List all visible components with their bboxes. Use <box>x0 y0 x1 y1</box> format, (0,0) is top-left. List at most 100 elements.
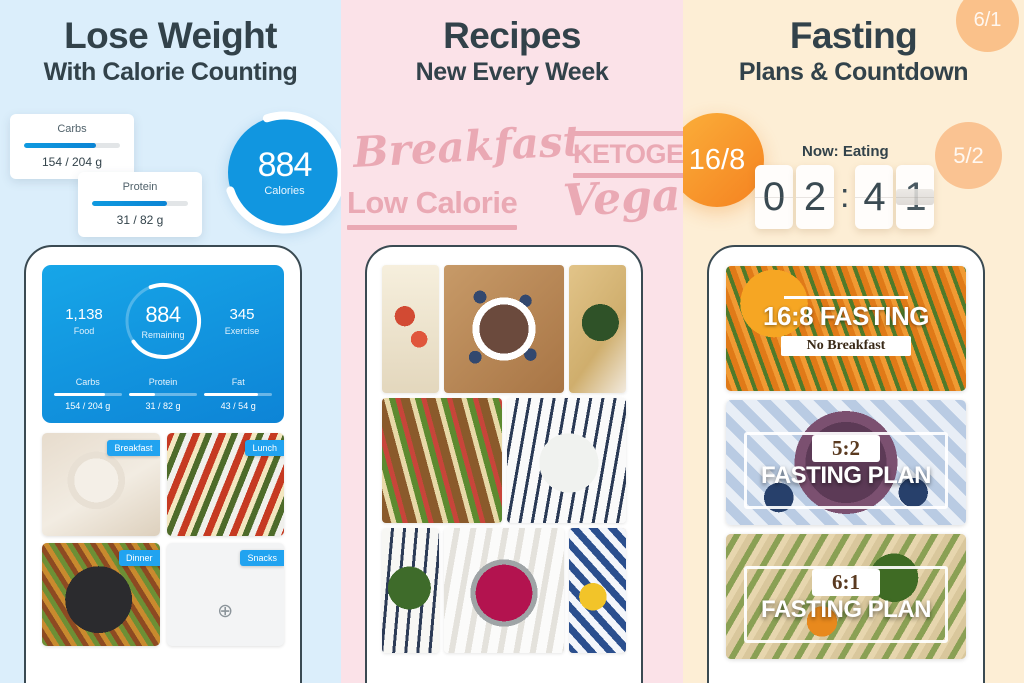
app-store-screenshot-set: Lose Weight With Calorie Counting Carbs … <box>0 0 1024 683</box>
recipes-subtitle: New Every Week <box>415 57 609 86</box>
page-subtitle: With Calorie Counting <box>43 57 298 86</box>
summary-remaining-label: Remaining <box>141 330 185 340</box>
daily-summary-card: 1,138 Food 884 Remaining 345 Exercise Ca… <box>42 265 284 423</box>
deco-word-breakfast: Breakfast <box>351 116 584 177</box>
summary-macro-fat-name: Fat <box>231 377 245 387</box>
summary-food-value: 1,138 <box>65 306 103 323</box>
summary-exercise-label: Exercise <box>224 326 260 336</box>
flip-leaf-overlay <box>896 188 935 205</box>
plan-overlay-6-1: 6:1 FASTING PLAN <box>761 569 932 624</box>
recipe-grid <box>377 257 631 653</box>
recipe-photo-6 <box>382 528 440 653</box>
summary-remaining-ring: 884 Remaining <box>121 279 205 363</box>
macro-card-protein: Protein 31 / 82 g <box>78 172 202 237</box>
countdown-minutes-ones: 1 <box>896 165 935 229</box>
recipe-photo-4 <box>382 398 502 523</box>
fasting-plan-card-6-1[interactable]: 6:1 FASTING PLAN <box>726 534 966 659</box>
recipe-card-6[interactable] <box>382 528 440 653</box>
calorie-ring-value: 884 <box>257 146 313 184</box>
add-snack-plus-circle-icon[interactable]: ⊕ <box>217 600 233 623</box>
plan-subtitle-16-8: No Breakfast <box>780 336 912 356</box>
phone-mockup-fasting: 16:8 FASTING No Breakfast 5:2 FASTING PL… <box>707 245 985 683</box>
phone-mockup-recipes <box>365 245 643 683</box>
meal-tag-breakfast: Breakfast <box>107 440 160 456</box>
summary-macro-protein: Protein 31 / 82 g <box>129 377 197 411</box>
fasting-plan-card-5-2[interactable]: 5:2 FASTING PLAN <box>726 400 966 525</box>
middle-heading-block: Recipes New Every Week <box>341 0 683 87</box>
countdown-timer: 0 2 : 4 1 <box>755 165 935 229</box>
summary-food: 1,138 Food <box>56 306 112 336</box>
fasting-subtitle: Plans & Countdown <box>738 57 969 86</box>
deco-word-low-calorie-text: Low Calorie <box>347 185 518 220</box>
calorie-ring-widget: 884 Calories <box>223 111 341 234</box>
meal-tag-snacks: Snacks <box>240 550 284 566</box>
recipes-title: Recipes <box>443 15 581 56</box>
recipe-card-1[interactable] <box>382 265 440 393</box>
phone-screen-fasting: 16:8 FASTING No Breakfast 5:2 FASTING PL… <box>719 257 973 683</box>
plan-badge-16-8[interactable]: 16/8 <box>683 113 764 207</box>
meal-tag-dinner: Dinner <box>118 550 160 566</box>
deco-word-vegan: Vegan <box>561 168 683 227</box>
plan-chip-6-1: 6:1 <box>811 569 880 596</box>
macro-card-carbs-label: Carbs <box>57 123 87 135</box>
meal-tag-lunch: Lunch <box>245 440 284 456</box>
macro-card-protein-label: Protein <box>122 181 158 193</box>
summary-macro-fat-value: 43 / 54 g <box>220 401 256 411</box>
plan-overlay-5-2: 5:2 FASTING PLAN <box>760 435 932 490</box>
summary-macro-carbs: Carbs 154 / 204 g <box>54 377 122 411</box>
recipe-card-2[interactable] <box>444 265 564 393</box>
deco-word-ketogenic-text: KETOGENIC <box>573 139 683 169</box>
summary-top-row: 1,138 Food 884 Remaining 345 Exercise <box>52 279 274 363</box>
meal-card-breakfast[interactable]: Breakfast <box>42 433 160 536</box>
summary-remaining-value: 884 <box>145 302 181 327</box>
countdown-minutes-tens: 4 <box>855 165 894 229</box>
meal-card-snacks[interactable]: ⊕ Snacks <box>166 543 284 646</box>
fasting-plan-card-16-8[interactable]: 16:8 FASTING No Breakfast <box>726 266 966 391</box>
meal-card-dinner[interactable]: Dinner <box>42 543 160 646</box>
summary-macro-protein-name: Protein <box>148 377 178 387</box>
macro-card-carbs-bar <box>24 143 120 148</box>
recipe-photo-7 <box>444 528 564 653</box>
deco-word-ketogenic: KETOGENIC <box>573 128 683 181</box>
plan-rule-16-8 <box>784 296 908 299</box>
summary-macro-fat: Fat 43 / 54 g <box>204 377 272 411</box>
recipe-photo-8 <box>568 528 626 653</box>
plan-title-5-2: FASTING PLAN <box>760 462 932 489</box>
macro-card-protein-value: 31 / 82 g <box>116 213 164 227</box>
plan-badge-5-2[interactable]: 5/2 <box>935 122 1002 189</box>
meal-card-lunch[interactable]: Lunch <box>166 433 284 536</box>
panel-fasting: Fasting Plans & Countdown 16/8 6/1 5/2 N… <box>683 0 1024 683</box>
summary-macro-carbs-value: 154 / 204 g <box>65 401 111 411</box>
panel-recipes: Recipes New Every Week Breakfast KETOGEN… <box>341 0 683 683</box>
macro-card-carbs: Carbs 154 / 204 g <box>10 114 134 179</box>
summary-macro-protein-value: 31 / 82 g <box>145 401 181 411</box>
recipe-photo-2 <box>444 265 564 393</box>
summary-exercise-value: 345 <box>229 306 255 323</box>
fasting-status-label: Now: Eating <box>802 143 889 160</box>
macro-card-protein-bar <box>92 201 188 206</box>
summary-macro-protein-bar <box>129 393 197 396</box>
macro-card-carbs-value: 154 / 204 g <box>41 155 103 169</box>
left-heading-block: Lose Weight With Calorie Counting <box>0 0 341 87</box>
phone-mockup-diary: 1,138 Food 884 Remaining 345 Exercise Ca… <box>24 245 302 683</box>
recipe-card-3[interactable] <box>568 265 626 393</box>
recipe-card-7[interactable] <box>444 528 564 653</box>
recipe-photo-5 <box>506 398 626 523</box>
summary-macro-row: Carbs 154 / 204 g Protein 31 / 82 g Fat <box>52 377 274 411</box>
phone-screen-diary: 1,138 Food 884 Remaining 345 Exercise Ca… <box>36 257 290 683</box>
recipe-card-4[interactable] <box>382 398 502 523</box>
summary-macro-carbs-name: Carbs <box>75 377 100 387</box>
recipe-card-5[interactable] <box>506 398 626 523</box>
page-title: Lose Weight <box>64 15 277 56</box>
summary-exercise: 345 Exercise <box>214 306 270 336</box>
plan-title-16-8: 16:8 FASTING <box>763 301 929 331</box>
deco-rule-top <box>573 131 683 136</box>
plan-overlay-16-8: 16:8 FASTING No Breakfast <box>763 301 929 356</box>
deco-rule-lowcal <box>347 225 518 230</box>
recipe-card-8[interactable] <box>568 528 626 653</box>
calorie-ring-label: Calories <box>264 185 305 197</box>
countdown-separator: : <box>840 176 850 215</box>
meal-grid: Breakfast Lunch Dinner ⊕ Snacks <box>36 423 290 646</box>
deco-word-low-calorie: Low Calorie <box>347 185 518 230</box>
fasting-plan-list: 16:8 FASTING No Breakfast 5:2 FASTING PL… <box>719 257 973 659</box>
